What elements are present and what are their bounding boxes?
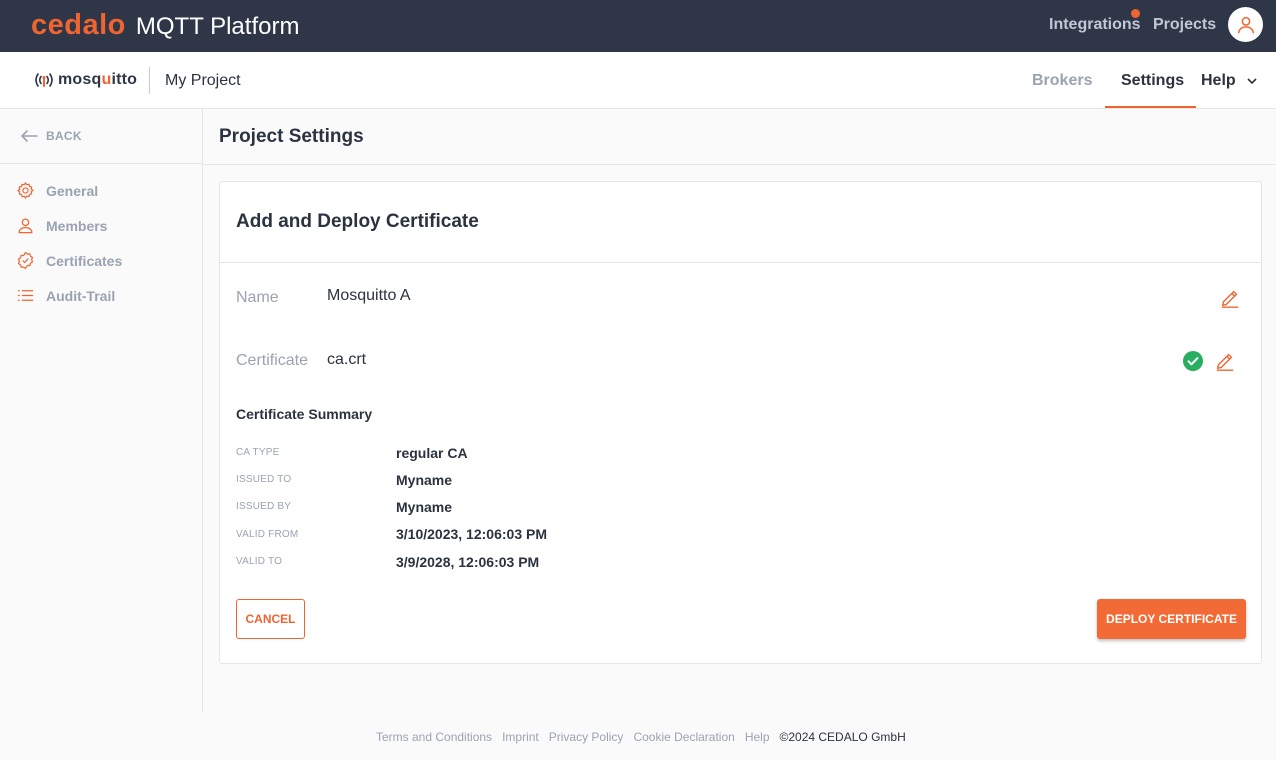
notification-dot [1131,9,1140,18]
help-menu[interactable]: Help [1201,72,1259,90]
divider [0,163,202,164]
summary-key: CA TYPE [236,447,280,458]
sidebar-item-general[interactable]: General [16,181,98,200]
active-tab-indicator [1105,106,1196,108]
projects-link[interactable]: Projects [1153,16,1216,34]
divider [149,67,150,94]
pencil-icon [1216,353,1234,371]
edit-name-button[interactable] [1219,287,1241,314]
summary-key: VALID FROM [236,529,299,540]
pencil-icon [1221,290,1239,308]
sidebar-item-audit-trail[interactable]: Audit-Trail [16,286,115,305]
sidebar-item-label: General [46,182,99,199]
certificate-label: Certificate [236,352,309,369]
copyright: ©2024 CEDALO GmbH [779,730,906,744]
cancel-button[interactable]: CANCEL [236,599,305,639]
summary-key: ISSUED TO [236,474,292,485]
certificate-badge-icon [17,251,34,270]
summary-key: ISSUED BY [236,501,292,512]
settings-sidebar: BACK General Members Certificates Audit-… [0,109,203,712]
summary-value: 3/9/2028, 12:06:03 PM [396,554,540,570]
name-value: Mosquitto A [327,287,411,304]
deploy-certificate-button[interactable]: DEPLOY CERTIFICATE [1097,599,1246,639]
person-icon [18,218,33,234]
name-label: Name [236,289,279,306]
footer-link-cookies[interactable]: Cookie Declaration [633,730,734,744]
summary-value: regular CA [396,445,468,461]
brand[interactable]: cedalo MQTT Platform [31,9,299,43]
mosquitto-wordmark: mosquitto [58,71,138,88]
integrations-link[interactable]: Integrations [1049,16,1141,34]
summary-key: VALID TO [236,556,283,567]
footer-link-imprint[interactable]: Imprint [502,730,539,744]
project-bar: mosquitto My Project Brokers Settings He… [0,52,1276,109]
footer-link-privacy[interactable]: Privacy Policy [549,730,624,744]
tab-settings[interactable]: Settings [1121,72,1184,90]
sidebar-item-certificates[interactable]: Certificates [16,251,122,270]
footer: Terms and Conditions Imprint Privacy Pol… [376,730,906,744]
certificate-card: Add and Deploy Certificate Name Mosquitt… [219,181,1262,664]
gear-icon [16,181,34,200]
sidebar-item-label: Certificates [46,252,123,269]
cedalo-logo: cedalo [31,9,126,41]
page-title: Project Settings [219,126,364,147]
user-avatar-button[interactable] [1228,7,1263,42]
edit-certificate-button[interactable] [1214,350,1236,377]
certificate-valid-status [1183,351,1203,376]
top-navigation-bar: cedalo MQTT Platform Integrations Projec… [0,0,1276,52]
footer-link-terms[interactable]: Terms and Conditions [376,730,492,744]
mosquitto-logo[interactable]: mosquitto [33,71,137,89]
footer-link-help[interactable]: Help [745,730,770,744]
summary-value: 3/10/2023, 12:06:03 PM [396,526,547,542]
help-label: Help [1201,72,1236,89]
sidebar-item-members[interactable]: Members [16,216,107,235]
certificate-summary-title: Certificate Summary [236,406,373,422]
back-label: BACK [46,129,82,143]
list-icon [17,290,34,301]
check-circle-icon [1183,351,1203,371]
summary-value: Myname [396,499,453,515]
arrow-left-icon [20,130,38,142]
divider [203,164,1276,165]
project-name[interactable]: My Project [165,72,241,90]
card-title: Add and Deploy Certificate [236,211,479,232]
summary-value: Myname [396,472,453,488]
signal-icon [35,73,53,87]
app-title: MQTT Platform [135,13,300,40]
user-icon [1237,16,1254,33]
chevron-down-icon [1247,78,1257,85]
certificate-value: ca.crt [327,351,367,368]
tab-brokers[interactable]: Brokers [1032,72,1092,90]
sidebar-item-label: Members [46,217,108,234]
divider [220,262,1261,263]
back-button[interactable]: BACK [20,129,82,143]
sidebar-item-label: Audit-Trail [46,287,116,304]
